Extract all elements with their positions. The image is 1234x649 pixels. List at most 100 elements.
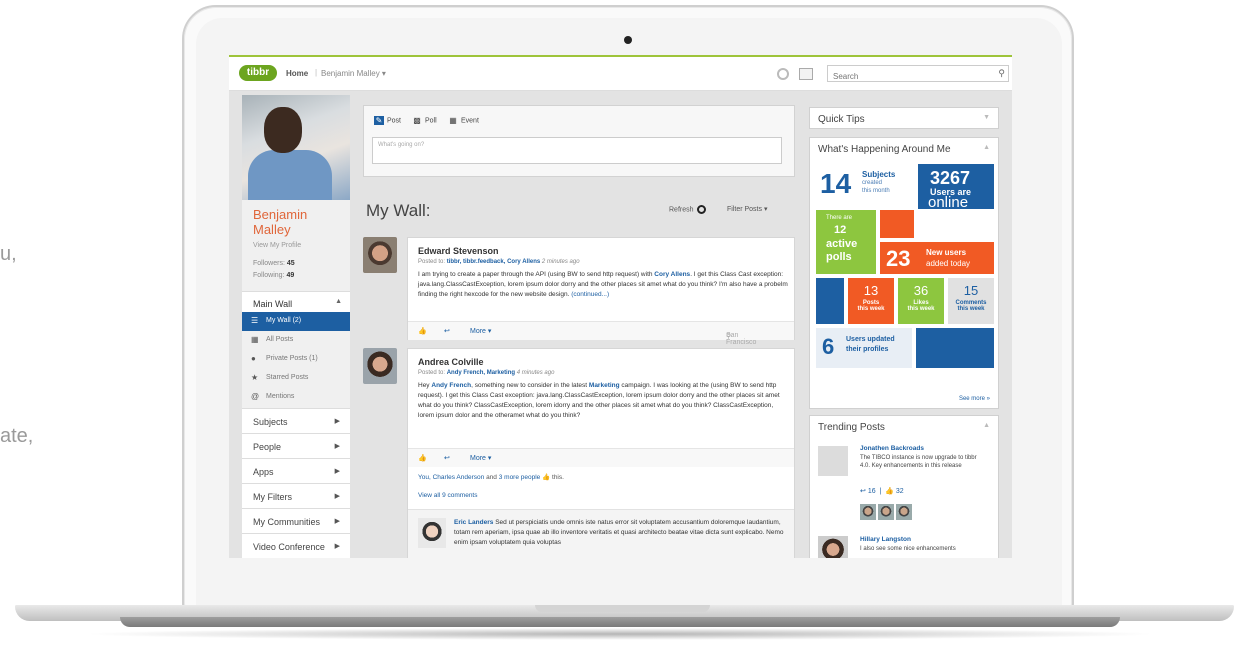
post-author[interactable]: Andrea Colville xyxy=(418,357,484,367)
mention-link[interactable]: Cory Allens xyxy=(654,271,690,278)
sidebar-item-people[interactable]: People ▶ xyxy=(242,433,350,458)
sidebar-item-my-wall[interactable]: ☰ My Wall (2) xyxy=(242,312,350,331)
post-card: Edward Stevenson Posted to: tibbr, tibbr… xyxy=(407,237,795,346)
updated-profiles-tile[interactable]: 6 Users updated their profiles xyxy=(816,328,912,368)
sidebar-item-label: Subjects xyxy=(253,417,288,427)
share-icon[interactable]: ↩ xyxy=(860,488,866,495)
profile-photo-shirt xyxy=(248,150,332,200)
lock-icon: ● xyxy=(251,354,256,363)
post-target-link[interactable]: Marketing xyxy=(487,370,515,376)
following-count[interactable]: Following: 49 xyxy=(253,272,294,279)
user-menu[interactable]: Benjamin Malley ▾ xyxy=(321,69,386,78)
like-icon[interactable]: 👍 xyxy=(885,488,894,495)
home-link[interactable]: Home xyxy=(286,69,308,78)
sidebar-item-mentions[interactable]: @ Mentions xyxy=(242,388,350,407)
chevron-down-icon[interactable]: ▼ xyxy=(983,114,990,121)
whats-happening-panel: What's Happening Around Me ▲ 14 Subjects… xyxy=(809,137,999,409)
view-all-comments-link[interactable]: View all 9 comments xyxy=(418,492,478,499)
subject-link[interactable]: Marketing xyxy=(589,382,620,389)
trending-author[interactable]: Jonathen Backroads xyxy=(860,445,924,452)
like-icon[interactable]: 👍 xyxy=(418,454,427,462)
search-box[interactable]: ⚲ xyxy=(827,65,1009,84)
reply-icon[interactable]: ↩ xyxy=(444,454,450,462)
trending-stats: ↩ 16 | 👍 32 xyxy=(860,488,904,495)
sidebar-item-label: Private Posts (1) xyxy=(266,355,318,362)
liker-avatars xyxy=(860,504,914,520)
sidebar-item-subjects[interactable]: Subjects ▶ xyxy=(242,408,350,433)
comment-text: Sed ut perspiciatis unde omnis iste natu… xyxy=(454,519,784,546)
sidebar-item-starred-posts[interactable]: ★ Starred Posts xyxy=(242,369,350,388)
search-icon[interactable]: ⚲ xyxy=(998,68,1005,79)
profile-photo-head xyxy=(264,107,302,153)
sidebar-item-apps[interactable]: Apps ▶ xyxy=(242,458,350,483)
avatar[interactable] xyxy=(363,348,397,384)
followers-count[interactable]: Followers: 45 xyxy=(253,260,295,267)
new-users-tile[interactable]: 23 New users added today xyxy=(880,242,994,274)
grid-icon: ▦ xyxy=(251,335,259,344)
tile-number: 14 xyxy=(820,168,852,199)
users-online-tile[interactable]: 3267 Users are online xyxy=(918,164,994,209)
sidebar-item-private-posts[interactable]: ● Private Posts (1) xyxy=(242,350,350,369)
search-input[interactable] xyxy=(828,69,988,84)
avatar[interactable] xyxy=(818,446,848,476)
main-wall-section[interactable]: Main Wall ▲ xyxy=(242,291,350,312)
likes-more-link[interactable]: 3 more people xyxy=(499,474,541,481)
filter-posts-dropdown[interactable]: Filter Posts ▾ xyxy=(727,205,767,213)
posted-to-label: Posted to: xyxy=(418,370,446,376)
avatar[interactable] xyxy=(860,504,876,520)
more-menu[interactable]: More ▾ xyxy=(470,454,491,462)
active-polls-tile[interactable]: There are 12 active polls xyxy=(816,210,876,274)
caret-up-icon: ▲ xyxy=(335,298,342,305)
post-target-link[interactable]: Andy French, xyxy=(447,370,485,376)
subjects-tile[interactable]: 14 Subjects created this month xyxy=(816,164,914,206)
profile-photo[interactable] xyxy=(242,95,350,200)
avatar[interactable] xyxy=(818,536,848,558)
comment-author[interactable]: Eric Landers xyxy=(454,519,493,526)
refresh-button[interactable]: Refresh xyxy=(669,205,706,214)
avatar[interactable] xyxy=(878,504,894,520)
chevron-up-icon[interactable]: ▲ xyxy=(983,422,990,429)
view-profile-link[interactable]: View My Profile xyxy=(253,242,301,249)
like-icon[interactable]: 👍 xyxy=(418,327,427,335)
pencil-icon: ✎ xyxy=(374,116,384,125)
likes-and: and xyxy=(484,474,499,481)
see-more-link[interactable]: See more » xyxy=(959,396,990,402)
post-target-link[interactable]: Cory Allens xyxy=(507,259,540,265)
more-menu[interactable]: More ▾ xyxy=(470,327,491,335)
avatar[interactable] xyxy=(896,504,912,520)
tile-label: active xyxy=(826,238,858,250)
posts-tile[interactable]: 13 Posts this week xyxy=(848,278,894,324)
quick-tips-panel[interactable]: Quick Tips ▼ xyxy=(809,107,999,129)
mention-link[interactable]: Andy French xyxy=(431,382,471,389)
layout-icon[interactable] xyxy=(799,68,813,80)
tab-post[interactable]: ✎ Post xyxy=(374,116,401,125)
tab-poll[interactable]: ▩ Poll xyxy=(412,116,436,125)
avatar[interactable] xyxy=(418,518,446,548)
post-target-link[interactable]: tibbr.feedback, xyxy=(463,259,505,265)
post-target-link[interactable]: tibbr, xyxy=(447,259,462,265)
sidebar-item-my-filters[interactable]: My Filters ▶ xyxy=(242,483,350,508)
background-text-fragment: u, xyxy=(0,243,17,265)
refresh-label: Refresh xyxy=(669,206,694,214)
tile-label: this week xyxy=(907,306,935,312)
post-body: I am trying to create a paper through th… xyxy=(418,270,788,300)
trending-author[interactable]: Hillary Langston xyxy=(860,536,911,543)
tab-event[interactable]: ▦ Event xyxy=(448,116,479,125)
continued-link[interactable]: (continued...) xyxy=(571,291,609,298)
likes-tile[interactable]: 36 Likes this week xyxy=(898,278,944,324)
post-input[interactable]: What's going on? xyxy=(372,137,782,164)
tibbr-logo[interactable]: tibbr xyxy=(239,65,277,81)
profile-name[interactable]: Benjamin Malley xyxy=(253,207,343,237)
gear-icon[interactable] xyxy=(777,68,789,80)
likes-people-link[interactable]: You, Charles Anderson xyxy=(418,474,484,481)
chevron-up-icon[interactable]: ▲ xyxy=(983,144,990,151)
sidebar-item-video-conference[interactable]: Video Conference ▶ xyxy=(242,533,350,558)
avatar[interactable] xyxy=(363,237,397,273)
panel-title: What's Happening Around Me xyxy=(818,144,951,155)
sidebar-item-my-communities[interactable]: My Communities ▶ xyxy=(242,508,350,533)
post-author[interactable]: Edward Stevenson xyxy=(418,246,499,256)
sidebar-item-all-posts[interactable]: ▦ All Posts xyxy=(242,331,350,350)
post-text: , something new to consider in the lates… xyxy=(471,382,589,389)
reply-icon[interactable]: ↩ xyxy=(444,327,450,335)
comments-tile[interactable]: 15 Comments this week xyxy=(948,278,994,324)
